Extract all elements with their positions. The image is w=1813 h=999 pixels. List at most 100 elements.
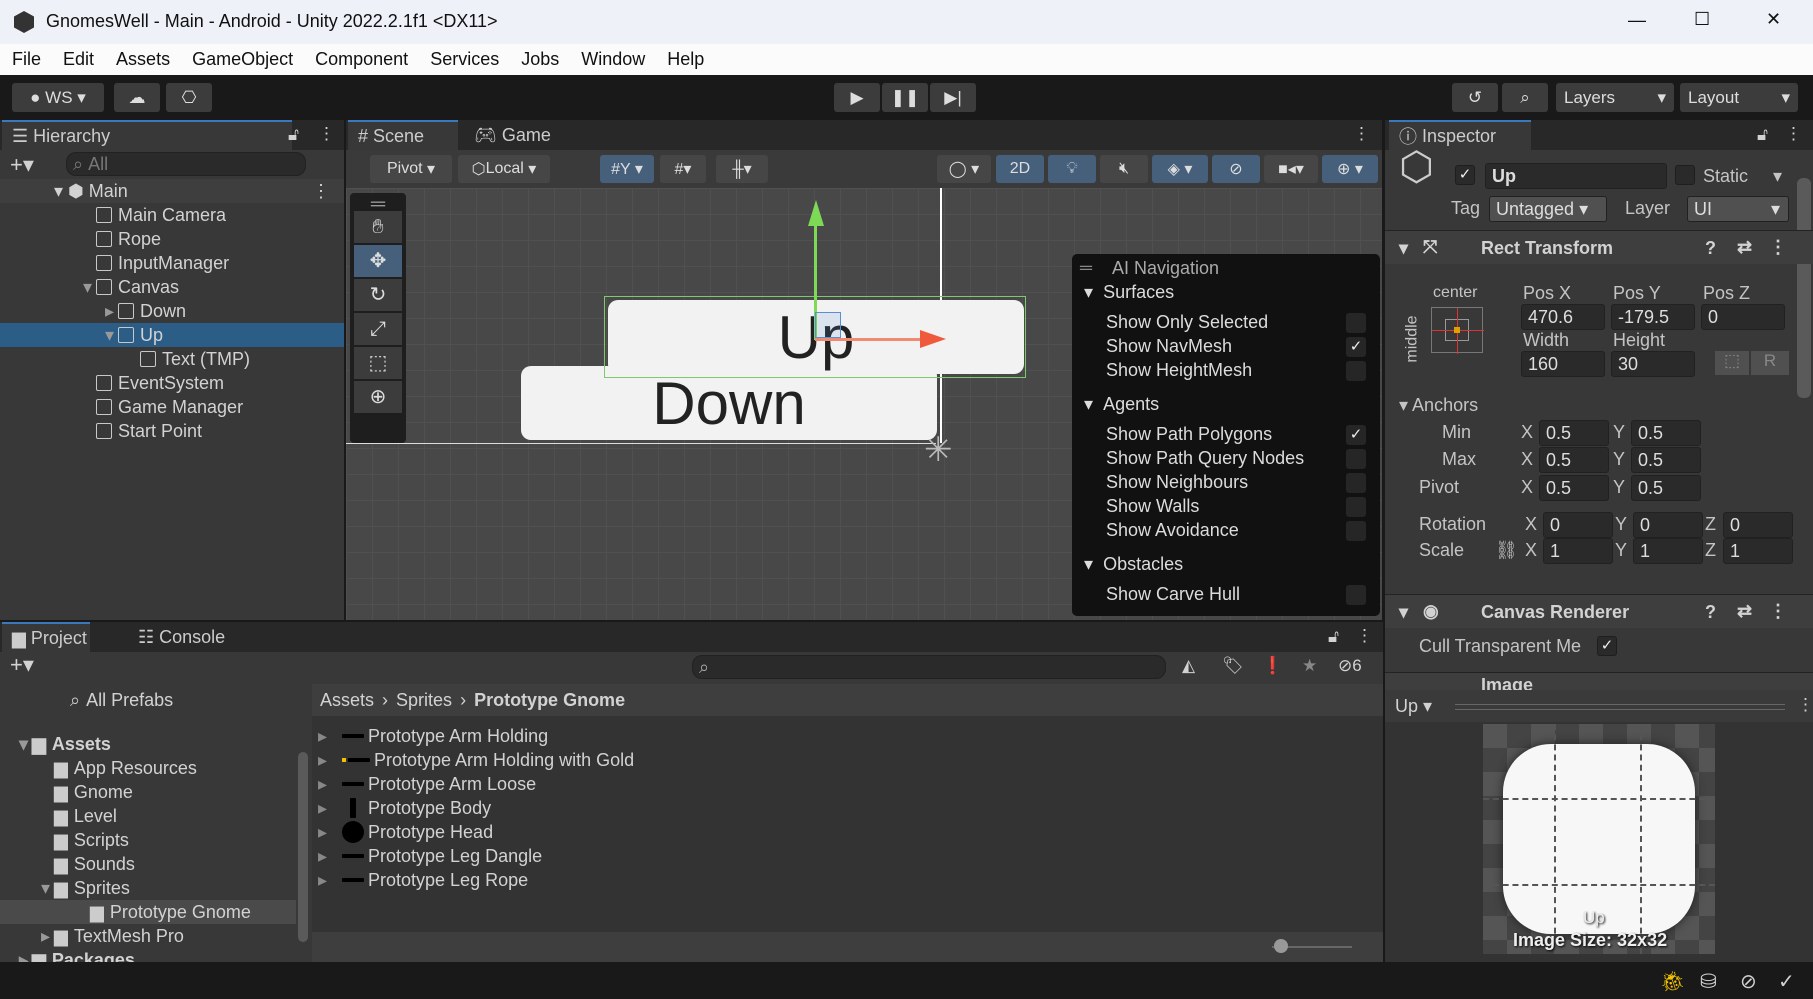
asset-item[interactable]: ▸ Prototype Leg Rope [318, 868, 528, 892]
create-button[interactable]: +▾ [10, 152, 34, 178]
tab-scene[interactable]: # Scene [348, 120, 458, 150]
canvas-renderer-header[interactable]: ▾ ◉ Canvas Renderer ? ⇄ ⋮ [1385, 594, 1813, 628]
maximize-button[interactable]: ☐ [1694, 9, 1710, 30]
layout-dropdown[interactable]: Layout ▾ [1680, 83, 1798, 112]
nav-section-obstacles[interactable]: ▾ Obstacles [1084, 554, 1183, 575]
kebab-menu-icon[interactable]: ⋮ [1797, 695, 1813, 715]
preview-selector-dropdown[interactable]: Up ▾ [1395, 696, 1432, 717]
kebab-menu-icon[interactable]: ⋮ [1353, 124, 1370, 144]
hierarchy-item[interactable]: ▾ Canvas [0, 275, 344, 299]
preset-icon[interactable]: ⇄ [1737, 601, 1752, 622]
history-button[interactable]: ↺ [1452, 83, 1498, 112]
expand-arrow-icon[interactable]: ▸ [318, 750, 342, 771]
tab-game[interactable]: 🎮︎ Game [464, 120, 561, 150]
nav-option-checkbox[interactable]: ✓ [1346, 425, 1366, 445]
audio-toggle[interactable]: 🔇︎ [1100, 155, 1148, 183]
rotate-tool-icon[interactable]: ↻ [354, 279, 402, 311]
hierarchy-item[interactable]: ▸ Down [0, 299, 344, 323]
lock-icon[interactable]: 🔓︎ [1328, 627, 1339, 647]
scale-z-field[interactable]: 1 [1723, 538, 1793, 564]
expand-arrow-icon[interactable]: ▸ [318, 774, 342, 795]
lock-icon[interactable]: 🔓︎ [288, 125, 299, 145]
expand-arrow-icon[interactable]: ▸ [318, 822, 342, 843]
visibility-toggle[interactable]: ⊘ [1212, 155, 1260, 183]
raw-edit-button[interactable]: R [1751, 351, 1789, 375]
tab-project[interactable]: ▆ Project [2, 622, 90, 652]
help-icon[interactable]: ? [1705, 602, 1716, 623]
nav-option-checkbox[interactable] [1346, 361, 1366, 381]
anchors-foldout[interactable]: ▾ Anchors [1399, 395, 1478, 416]
project-tree-item[interactable]: ▆ Gnome [0, 780, 296, 804]
asset-item[interactable]: ▸ Prototype Head [318, 820, 493, 844]
pause-button[interactable]: ❚❚ [882, 83, 928, 112]
expand-arrow-icon[interactable]: ▸ [318, 798, 342, 819]
filter-by-label-icon[interactable]: 🏷︎ [1222, 656, 1244, 676]
menu-assets[interactable]: Assets [116, 49, 170, 70]
height-field[interactable]: 30 [1611, 351, 1695, 377]
hierarchy-item[interactable]: EventSystem [0, 371, 344, 395]
scene-row[interactable]: ▾ ⬢ Main ⋮ [0, 179, 344, 203]
tree-scrollbar[interactable] [298, 752, 308, 942]
pivot-dropdown[interactable]: Pivot ▾ [370, 155, 452, 183]
transform-tool-icon[interactable]: ⊕ [354, 381, 402, 413]
static-checkbox[interactable] [1675, 165, 1695, 185]
lock-icon[interactable]: 🔓︎ [1757, 125, 1768, 145]
rot-y-field[interactable]: 0 [1633, 512, 1703, 538]
asset-item[interactable]: ▸ Prototype Arm Loose [318, 772, 536, 796]
menu-file[interactable]: File [12, 49, 41, 70]
scale-y-field[interactable]: 1 [1633, 538, 1703, 564]
pos-y-field[interactable]: -179.5 [1611, 304, 1695, 330]
expand-arrow-icon[interactable]: ▸ [318, 726, 342, 747]
cull-transparent-checkbox[interactable]: ✓ [1597, 636, 1617, 656]
camera-dropdown[interactable]: ■◂▾ [1264, 155, 1318, 183]
preset-icon[interactable]: ⇄ [1737, 237, 1752, 258]
asset-item[interactable]: ▸ Prototype Body [318, 796, 491, 820]
breadcrumb-sprites[interactable]: Sprites [396, 690, 452, 711]
pivot-y-field[interactable]: 0.5 [1631, 475, 1701, 501]
nav-option-checkbox[interactable]: ✓ [1346, 337, 1366, 357]
asset-item[interactable]: ▸ Prototype Arm Holding with Gold [318, 748, 634, 772]
hierarchy-item[interactable]: Text (TMP) [0, 347, 344, 371]
auto-generate-lighting-icon[interactable]: ⊘ [1740, 969, 1757, 994]
project-tree-item[interactable]: ⌕ All Prefabs [0, 688, 296, 712]
issues-icon[interactable]: ❗ [1262, 656, 1283, 676]
cache-server-icon[interactable]: ⛁ [1700, 969, 1717, 994]
preview-drag-bar[interactable] [1455, 704, 1785, 710]
filter-by-type-icon[interactable]: ◭ [1182, 656, 1195, 676]
gizmo-x-arrow-icon[interactable] [920, 330, 946, 348]
menu-jobs[interactable]: Jobs [521, 49, 559, 70]
hidden-packages-toggle[interactable]: ⊘6 [1338, 656, 1362, 676]
slider-thumb[interactable] [1274, 939, 1288, 953]
menu-help[interactable]: Help [667, 49, 704, 70]
tag-dropdown[interactable]: Untagged ▾ [1489, 196, 1607, 222]
local-dropdown[interactable]: ⬡ Local ▾ [458, 155, 550, 183]
move-tool-icon[interactable]: ✥ [354, 245, 402, 277]
constrain-proportions-icon[interactable]: ⛓︎ [1495, 540, 1518, 561]
expand-arrow-icon[interactable]: ▸ [318, 846, 342, 867]
gizmos-dropdown[interactable]: ⊕ ▾ [1322, 155, 1378, 183]
create-button[interactable]: +▾ [10, 652, 34, 678]
rect-tool-icon[interactable]: ⬚ [354, 347, 402, 379]
hierarchy-item[interactable]: Rope [0, 227, 344, 251]
min-y-field[interactable]: 0.5 [1631, 420, 1701, 446]
hierarchy-item[interactable]: InputManager [0, 251, 344, 275]
menu-services[interactable]: Services [430, 49, 499, 70]
tab-console[interactable]: ☷ Console [128, 622, 235, 652]
nav-option-checkbox[interactable] [1346, 473, 1366, 493]
project-tree-item[interactable]: ▾ ▆ Assets [0, 732, 296, 756]
pivot-x-field[interactable]: 0.5 [1539, 475, 1609, 501]
breadcrumb-prototype-gnome[interactable]: Prototype Gnome [474, 690, 625, 711]
min-x-field[interactable]: 0.5 [1539, 420, 1609, 446]
hierarchy-search-input[interactable]: ⌕ All [66, 152, 306, 176]
ruler-button[interactable]: ╫▾ [716, 155, 768, 183]
scrollbar[interactable] [1797, 178, 1811, 398]
pos-x-field[interactable]: 470.6 [1521, 304, 1605, 330]
search-button[interactable]: ⌕ [1502, 83, 1548, 112]
nav-section-surfaces[interactable]: ▾ Surfaces [1084, 282, 1174, 303]
scale-x-field[interactable]: 1 [1543, 538, 1613, 564]
nav-section-agents[interactable]: ▾ Agents [1084, 394, 1159, 415]
static-dropdown-icon[interactable]: ▾ [1773, 166, 1782, 187]
scale-tool-icon[interactable]: ⤢ [354, 313, 402, 345]
gizmo-xy-plane[interactable] [815, 312, 841, 338]
gizmo-y-arrow-icon[interactable] [808, 200, 824, 226]
